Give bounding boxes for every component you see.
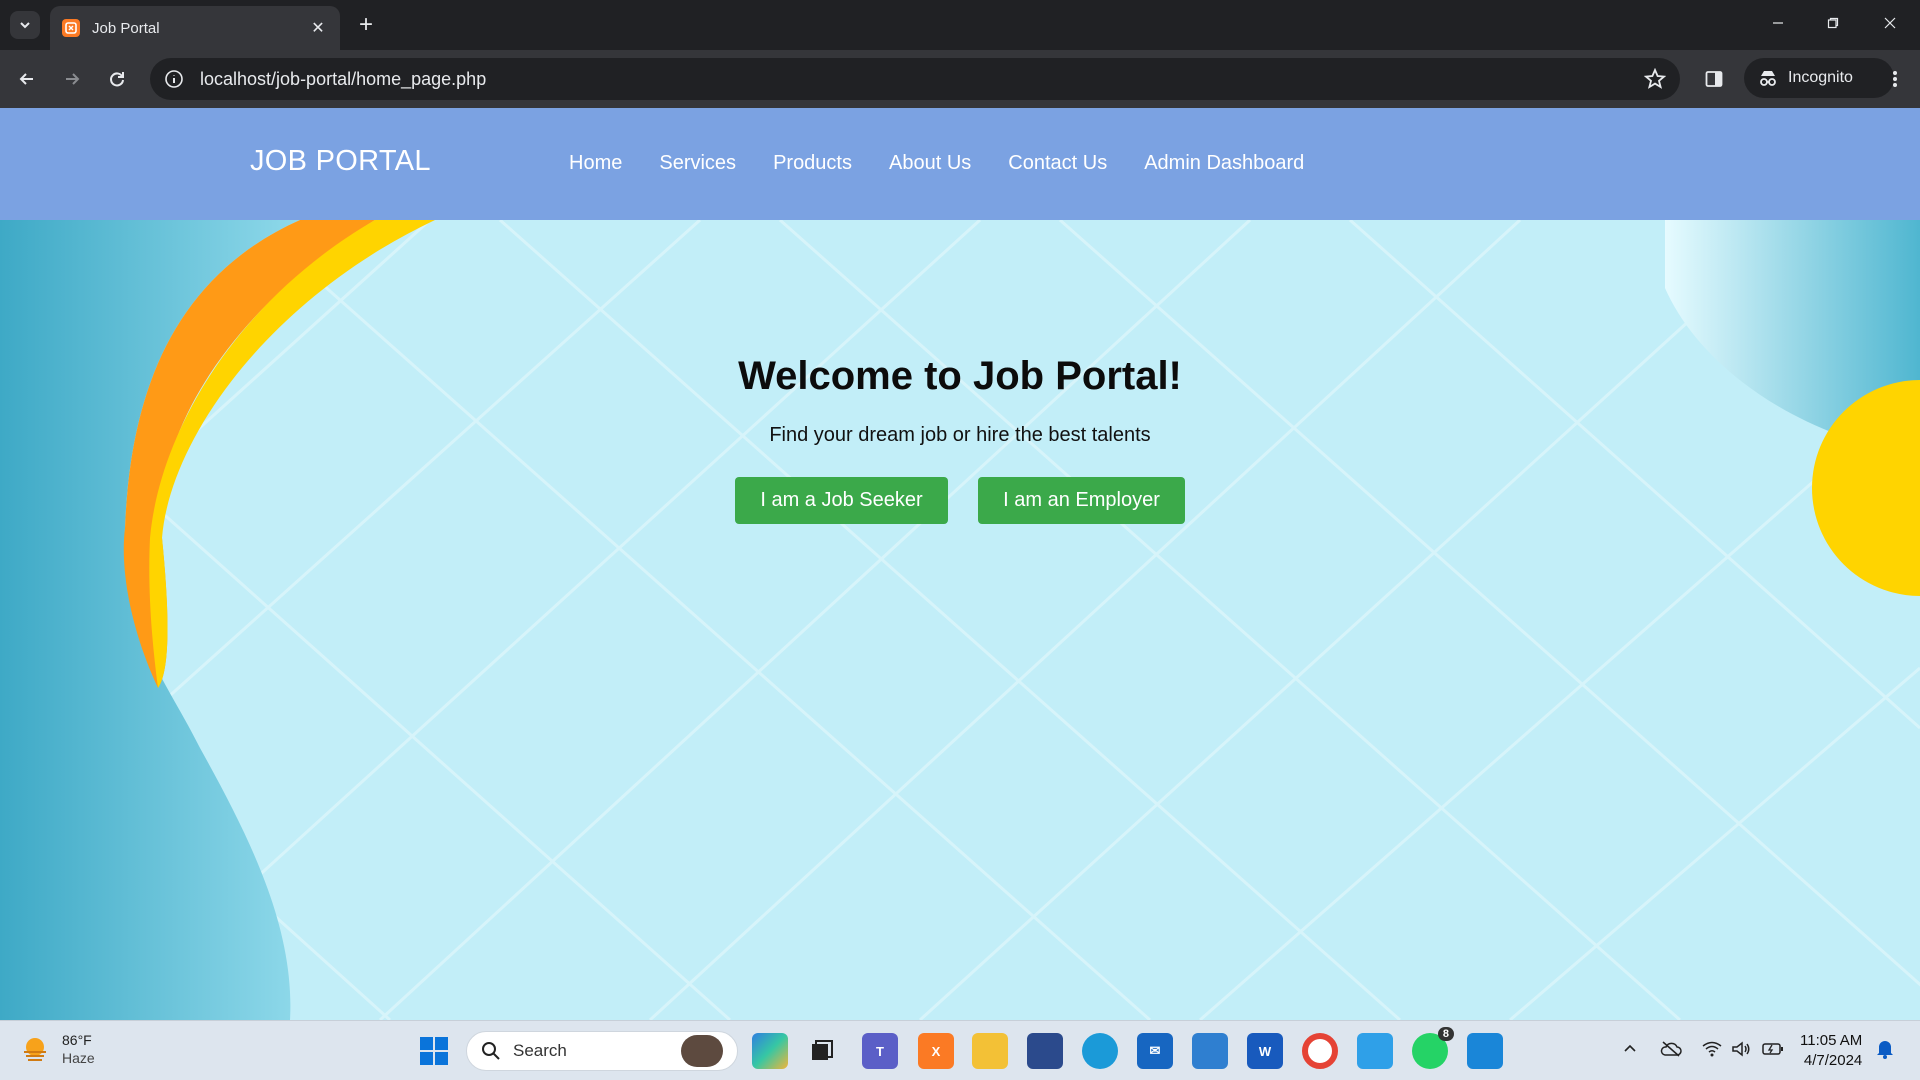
mail-icon[interactable]: ✉ <box>1137 1033 1173 1069</box>
nav-link-admin-dashboard[interactable]: Admin Dashboard <box>1144 152 1304 175</box>
haze-sun-icon <box>24 1038 46 1061</box>
show-hidden-icons-chevron-icon[interactable] <box>1622 1041 1638 1061</box>
incognito-indicator[interactable]: Incognito <box>1744 58 1894 98</box>
hero-section: Welcome to Job Portal! Find your dream j… <box>0 220 1920 1020</box>
web-page: JOB PORTAL Home Services Products About … <box>0 108 1920 1020</box>
nav-link-products[interactable]: Products <box>773 152 852 175</box>
windows-taskbar: 86°F Haze Search T X ✉ W 8 11:05 AM 4/7/… <box>0 1020 1920 1080</box>
browser-tab[interactable]: Job Portal ✕ <box>50 6 340 50</box>
site-brand-logo[interactable]: JOB PORTAL <box>250 145 431 178</box>
site-info-icon[interactable] <box>164 69 184 89</box>
copilot-icon[interactable] <box>752 1033 788 1069</box>
address-bar[interactable]: localhost/job-portal/home_page.php <box>150 58 1680 100</box>
minimize-icon[interactable] <box>1758 10 1798 40</box>
side-panel-icon[interactable] <box>1699 64 1729 94</box>
url-text[interactable]: localhost/job-portal/home_page.php <box>200 69 1644 90</box>
bookmark-star-icon[interactable] <box>1644 68 1666 90</box>
chrome-icon[interactable] <box>1302 1033 1338 1069</box>
weather-description: Haze <box>62 1050 95 1066</box>
nav-link-home[interactable]: Home <box>569 152 622 175</box>
system-clock[interactable]: 11:05 AM 4/7/2024 <box>1800 1031 1862 1071</box>
tab-close-icon[interactable]: ✕ <box>308 18 328 38</box>
notification-bell-icon[interactable] <box>1876 1039 1894 1063</box>
tab-title: Job Portal <box>92 19 160 37</box>
clock-date: 4/7/2024 <box>1803 1052 1863 1069</box>
xampp-favicon-icon <box>62 19 80 37</box>
wifi-icon[interactable] <box>1702 1041 1722 1061</box>
search-icon <box>482 1042 500 1060</box>
close-window-icon[interactable] <box>1870 10 1910 40</box>
search-highlight-avatar-icon <box>681 1035 723 1067</box>
notepad-icon[interactable] <box>1192 1033 1228 1069</box>
job-seeker-button[interactable]: I am a Job Seeker <box>735 477 948 524</box>
hero-subtitle: Find your dream job or hire the best tal… <box>769 424 1151 446</box>
search-placeholder: Search <box>513 1041 567 1060</box>
volume-icon[interactable] <box>1731 1041 1751 1061</box>
word-icon[interactable]: W <box>1247 1033 1283 1069</box>
clock-time: 11:05 AM <box>1800 1032 1863 1049</box>
teams-icon[interactable]: T <box>862 1033 898 1069</box>
file-explorer-icon[interactable] <box>972 1033 1008 1069</box>
new-tab-button[interactable]: + <box>352 12 380 40</box>
incognito-label: Incognito <box>1788 69 1853 86</box>
chevron-down-icon <box>20 22 30 29</box>
reload-icon[interactable] <box>102 64 132 94</box>
weather-temperature: 86°F <box>62 1032 92 1048</box>
weather-widget[interactable]: 86°F Haze <box>20 1031 95 1067</box>
browser-toolbar: localhost/job-portal/home_page.php Incog… <box>0 50 1920 108</box>
nav-links: Home Services Products About Us Contact … <box>569 152 1304 175</box>
photos-icon[interactable] <box>1357 1033 1393 1069</box>
back-arrow-icon[interactable] <box>12 64 42 94</box>
browser-menu-icon[interactable] <box>1880 64 1910 94</box>
edge-browser-icon[interactable] <box>1082 1033 1118 1069</box>
taskbar-search-box[interactable]: Search <box>466 1031 738 1071</box>
restore-icon[interactable] <box>1813 10 1853 40</box>
forward-arrow-icon[interactable] <box>57 64 87 94</box>
site-navbar: JOB PORTAL Home Services Products About … <box>0 108 1920 220</box>
xampp-icon[interactable]: X <box>918 1033 954 1069</box>
whatsapp-icon[interactable]: 8 <box>1412 1027 1454 1069</box>
nav-link-contact-us[interactable]: Contact Us <box>1008 152 1107 175</box>
battery-charging-icon[interactable] <box>1762 1041 1784 1061</box>
employer-button[interactable]: I am an Employer <box>978 477 1185 524</box>
nav-link-services[interactable]: Services <box>659 152 736 175</box>
incognito-icon <box>1760 71 1776 86</box>
task-view-icon[interactable] <box>804 1033 840 1069</box>
onedrive-offline-icon[interactable] <box>1660 1041 1682 1061</box>
tab-search-button[interactable] <box>10 11 40 39</box>
nav-link-about-us[interactable]: About Us <box>889 152 971 175</box>
browser-tab-strip: Job Portal ✕ + <box>0 0 1920 50</box>
whatsapp-unread-badge: 8 <box>1437 1027 1454 1041</box>
hero-title: Welcome to Job Portal! <box>738 354 1182 398</box>
windows-start-icon[interactable] <box>416 1033 452 1069</box>
vscode-icon[interactable] <box>1467 1033 1503 1069</box>
microsoft-store-icon[interactable] <box>1027 1033 1063 1069</box>
